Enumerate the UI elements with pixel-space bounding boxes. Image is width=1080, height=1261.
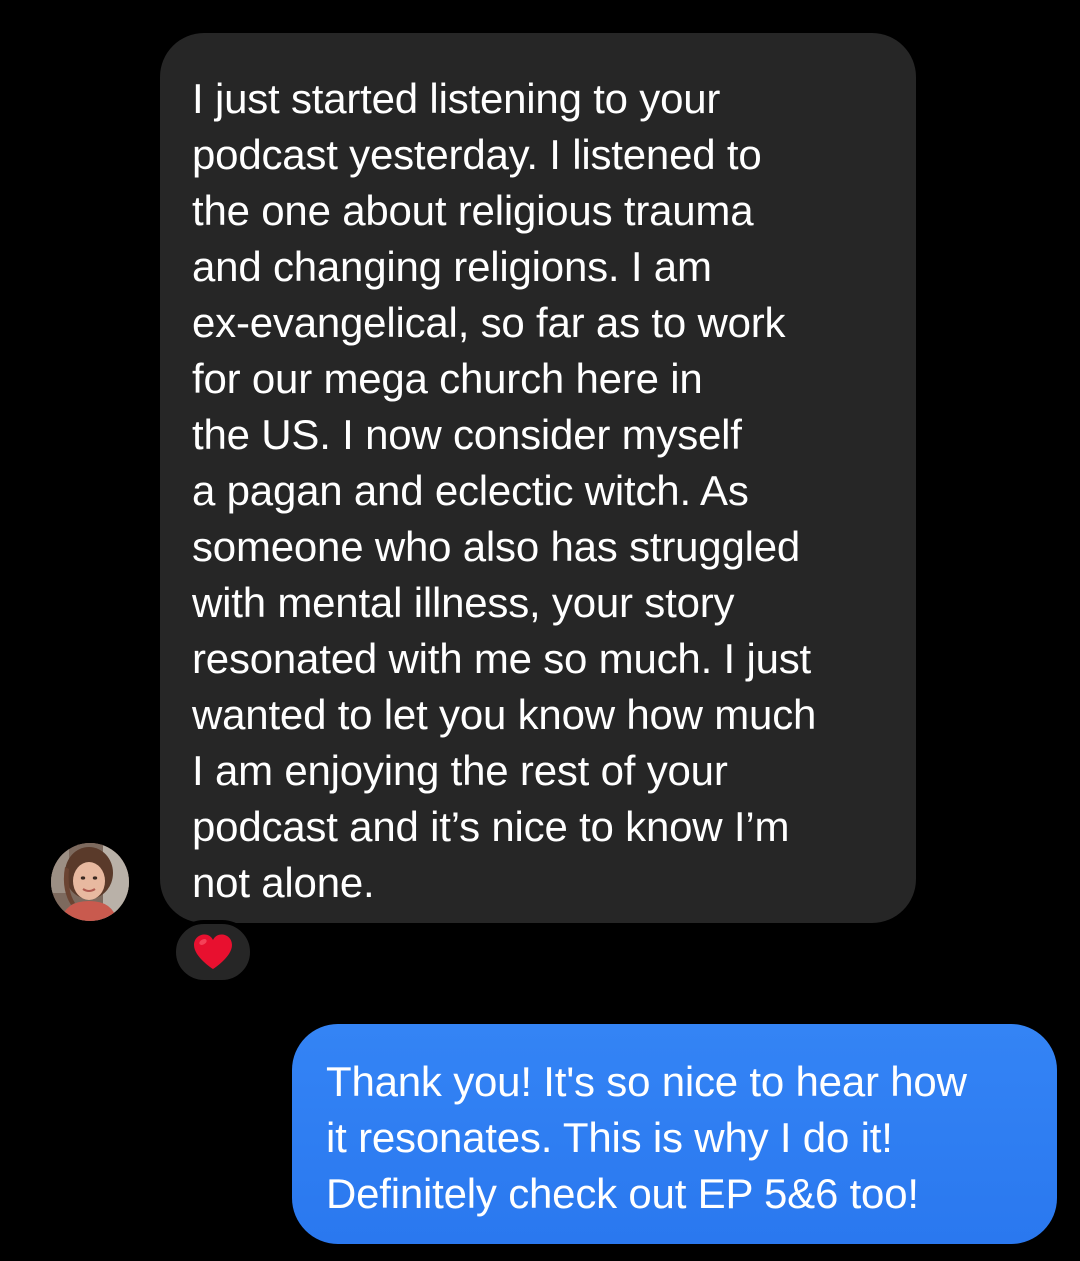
- message-thread: I just started listening to your podcast…: [0, 0, 1080, 1261]
- message-text-line: someone who also has struggled: [192, 523, 801, 570]
- incoming-message-bubble[interactable]: I just started listening to your podcast…: [160, 33, 916, 923]
- message-text-line: a pagan and eclectic witch. As: [192, 467, 749, 514]
- message-text-line: not alone.: [192, 859, 375, 906]
- message-text-line: the US. I now consider myself: [192, 411, 742, 458]
- message-text-line: podcast yesterday. I listened to: [192, 131, 762, 178]
- message-reaction[interactable]: [172, 920, 254, 984]
- message-text-line: and changing religions. I am: [192, 243, 712, 290]
- message-text-line: with mental illness, your story: [192, 579, 735, 626]
- message-text-line: Definitely check out EP 5&6 too!: [326, 1170, 919, 1217]
- message-text-line: wanted to let you know how much: [192, 691, 817, 738]
- message-text-line: I am enjoying the rest of your: [192, 747, 728, 794]
- message-text-line: resonated with me so much. I just: [192, 635, 812, 682]
- message-text-line: ex-evangelical, so far as to work: [192, 299, 786, 346]
- message-text-line: for our mega church here in: [192, 355, 703, 402]
- outgoing-message-bubble[interactable]: Thank you! It's so nice to hear how it r…: [292, 1024, 1057, 1244]
- message-text-line: the one about religious trauma: [192, 187, 754, 234]
- message-text-line: it resonates. This is why I do it!: [326, 1114, 893, 1161]
- message-text-line: Thank you! It's so nice to hear how: [326, 1058, 967, 1105]
- heart-icon: [194, 934, 232, 969]
- avatar-photo-icon: [51, 843, 129, 921]
- sender-avatar[interactable]: [51, 843, 129, 921]
- message-text-line: I just started listening to your: [192, 75, 721, 122]
- message-text-line: podcast and it’s nice to know I’m: [192, 803, 790, 850]
